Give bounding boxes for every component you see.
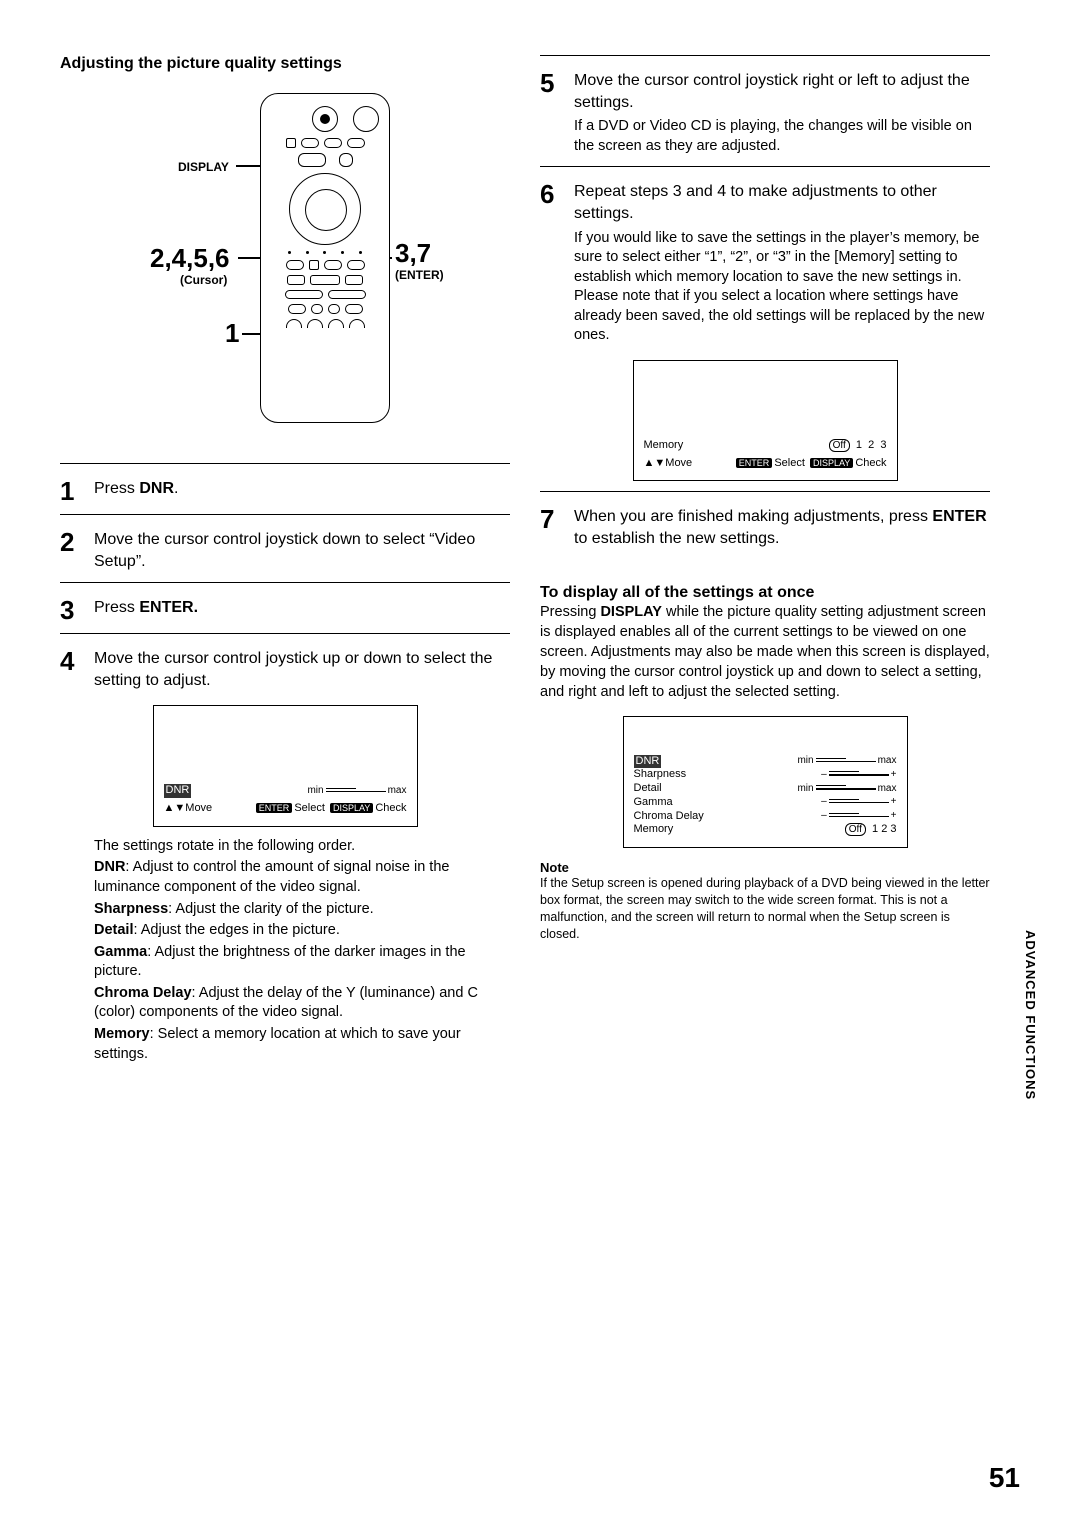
setting-sharpness: Sharpness: Adjust the clarity of the pic… — [94, 900, 510, 920]
lead-left-sub: (Cursor) — [180, 271, 227, 287]
lead-right-steps: 3,7 — [395, 238, 431, 269]
right-column: 5 Move the cursor control joystick right… — [540, 55, 990, 1066]
rotate-intro: The settings rotate in the following ord… — [94, 837, 510, 857]
osd-all-settings: DNR minmax Sharpness –+ Detail minmax Ga… — [623, 716, 908, 849]
step-2: 2 Move the cursor control joystick down … — [60, 529, 510, 572]
step-4: 4 Move the cursor control joystick up or… — [60, 648, 510, 691]
left-column: Adjusting the picture quality settings D… — [60, 55, 510, 1066]
step-6: 6 Repeat steps 3 and 4 to make adjustmen… — [540, 181, 990, 346]
page-number: 51 — [989, 1462, 1020, 1494]
setting-gamma: Gamma: Adjust the brightness of the dark… — [94, 943, 510, 982]
osd-memory-label: Memory — [644, 439, 684, 453]
osd-single-setting: DNR min max ▲▼Move ENTERSelect DISPLAYCh… — [153, 705, 418, 827]
osd-memory: Memory Off 1 2 3 ▲▼Move ENTERSelect DISP… — [633, 360, 898, 482]
osd-scale: min max — [307, 785, 406, 798]
side-tab: ADVANCED FUNCTIONS — [1023, 930, 1038, 1100]
step-3: 3 Press ENTER. — [60, 597, 510, 623]
lead-right-sub: (ENTER) — [395, 266, 444, 282]
osd-setting-name: DNR — [164, 784, 192, 798]
note-body: If the Setup screen is opened during pla… — [540, 875, 990, 943]
display-all-body: Pressing DISPLAY while the picture quali… — [540, 602, 990, 702]
section-title: Adjusting the picture quality settings — [60, 55, 510, 73]
display-all-heading: To display all of the settings at once — [540, 584, 990, 602]
setting-chroma-delay: Chroma Delay: Adjust the delay of the Y … — [94, 984, 510, 1023]
osd-move-hint: ▲▼Move — [164, 802, 213, 816]
setting-dnr: DNR: Adjust to control the amount of sig… — [94, 858, 510, 897]
osd-memory-options: Off 1 2 3 — [829, 439, 887, 453]
step-5: 5 Move the cursor control joystick right… — [540, 70, 990, 156]
remote-body — [260, 93, 390, 423]
remote-diagram: DISPLAY 2,4,5,6 (Cursor) 1 3,7 (ENTER) — [60, 93, 510, 453]
lead-left-steps: 2,4,5,6 — [150, 243, 230, 274]
osd-hints: ENTERSelect DISPLAYCheck — [254, 802, 407, 816]
step-1: 1 Press DNR. — [60, 478, 510, 504]
step-7: 7 When you are finished making adjustmen… — [540, 506, 990, 549]
note-title: Note — [540, 860, 990, 875]
lead-display: DISPLAY — [178, 158, 229, 174]
setting-detail: Detail: Adjust the edges in the picture. — [94, 921, 510, 941]
lead-bottom-step: 1 — [225, 318, 239, 349]
setting-memory: Memory: Select a memory location at whic… — [94, 1025, 510, 1064]
